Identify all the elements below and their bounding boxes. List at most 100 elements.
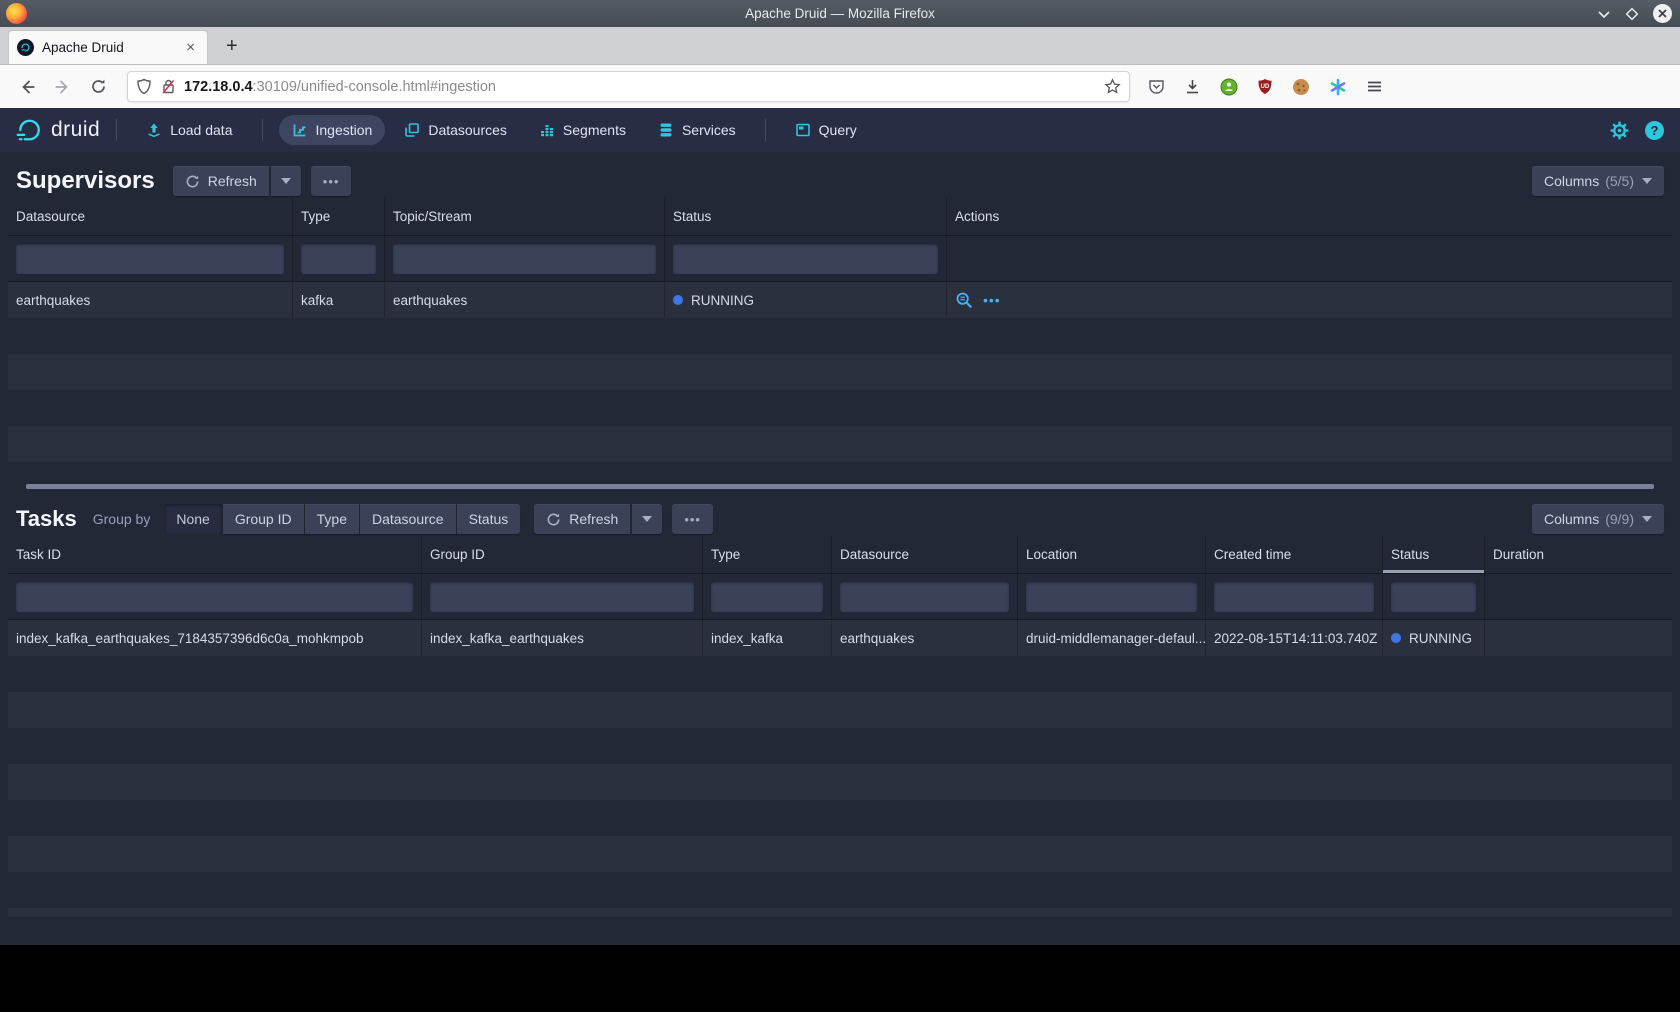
supervisors-header-row: Datasource Type Topic/Stream Status Acti… [8, 198, 1672, 236]
header-created-time[interactable]: Created time [1206, 536, 1383, 573]
status-text: RUNNING [691, 293, 754, 308]
header-location[interactable]: Location [1018, 536, 1206, 573]
supervisors-columns-button[interactable]: Columns (5/5) [1532, 166, 1664, 196]
ublock-extension-icon[interactable]: UD [1257, 78, 1273, 95]
tasks-refresh-dropdown[interactable] [632, 504, 662, 534]
nav-item-services[interactable]: Services [645, 115, 749, 145]
container-extension-icon[interactable] [1329, 78, 1347, 96]
empty-row [8, 836, 1672, 872]
header-status-sorted[interactable]: Status [1383, 536, 1485, 573]
empty-row [8, 692, 1672, 728]
browser-tab[interactable]: Apache Druid × [8, 30, 208, 64]
cell-task-id: index_kafka_earthquakes_7184357396d6c0a_… [8, 620, 422, 656]
privacy-extension-icon[interactable] [1220, 78, 1238, 96]
header-status[interactable]: Status [665, 198, 947, 235]
download-icon[interactable] [1184, 78, 1201, 95]
supervisors-rows: earthquakes kafka earthquakes RUNNING ••… [8, 282, 1672, 482]
tasks-filter-status[interactable] [1391, 582, 1476, 612]
caret-down-icon [281, 178, 291, 184]
supervisors-filter-type[interactable] [301, 244, 376, 274]
nav-label: Segments [563, 122, 626, 138]
supervisors-title: Supervisors [16, 167, 155, 195]
tasks-refresh-button[interactable]: Refresh [534, 504, 630, 534]
group-by-status[interactable]: Status [457, 504, 521, 534]
druid-favicon-icon [17, 39, 34, 56]
supervisors-toolbar: Supervisors Refresh ••• Columns (5/5) [0, 152, 1680, 198]
tasks-filter-task-id[interactable] [16, 582, 413, 612]
forward-icon[interactable] [54, 78, 72, 96]
header-actions: Actions [947, 198, 1672, 235]
supervisors-refresh-dropdown[interactable] [271, 166, 301, 196]
supervisors-refresh-button[interactable]: Refresh [173, 166, 269, 196]
maximize-icon[interactable] [1625, 7, 1639, 21]
empty-row [8, 656, 1672, 692]
reload-icon[interactable] [90, 78, 107, 95]
tab-title: Apache Druid [42, 40, 182, 55]
header-type[interactable]: Type [293, 198, 385, 235]
minimize-icon[interactable] [1597, 7, 1611, 21]
more-icon: ••• [323, 174, 340, 189]
url-text: 172.18.0.4:30109/unified-console.html#in… [184, 79, 1104, 95]
group-by-datasource[interactable]: Datasource [360, 504, 456, 534]
supervisor-row[interactable]: earthquakes kafka earthquakes RUNNING ••… [8, 282, 1672, 318]
caret-down-icon [1642, 516, 1652, 522]
tasks-table: Task ID Group ID Type Datasource Locatio… [8, 536, 1672, 917]
shield-icon[interactable] [136, 78, 152, 95]
tasks-filter-created-time[interactable] [1214, 582, 1374, 612]
empty-row [8, 800, 1672, 836]
tasks-columns-button[interactable]: Columns (9/9) [1532, 504, 1664, 534]
nav-item-segments[interactable]: Segments [526, 115, 639, 145]
back-icon[interactable] [18, 78, 36, 96]
new-tab-button[interactable]: + [220, 35, 244, 58]
supervisors-filter-datasource[interactable] [16, 244, 284, 274]
close-icon[interactable] [1653, 4, 1672, 23]
tasks-more-button[interactable]: ••• [672, 504, 713, 534]
nav-item-datasources[interactable]: Datasources [391, 115, 520, 145]
pocket-icon[interactable] [1148, 78, 1165, 95]
header-datasource[interactable]: Datasource [8, 198, 293, 235]
tasks-filter-group-id[interactable] [430, 582, 694, 612]
header-topic-stream[interactable]: Topic/Stream [385, 198, 665, 235]
group-by-group-id[interactable]: Group ID [223, 504, 304, 534]
nav-item-ingestion[interactable]: Ingestion [279, 115, 386, 145]
menu-hamburger-icon[interactable] [1366, 78, 1383, 95]
tasks-rows: index_kafka_earthquakes_7184357396d6c0a_… [8, 620, 1672, 917]
cell-location: druid-middlemanager-defaul... [1018, 620, 1206, 656]
inspect-magnifier-icon[interactable] [955, 291, 973, 309]
header-datasource[interactable]: Datasource [832, 536, 1018, 573]
supervisors-hscrollbar[interactable] [26, 484, 1654, 492]
task-row[interactable]: index_kafka_earthquakes_7184357396d6c0a_… [8, 620, 1672, 656]
cell-created-time: 2022-08-15T14:11:03.740Z [1206, 620, 1383, 656]
cookie-extension-icon[interactable] [1292, 78, 1310, 96]
group-by-none[interactable]: None [164, 504, 221, 534]
nav-item-load-data[interactable]: Load data [133, 115, 245, 145]
header-task-id[interactable]: Task ID [8, 536, 422, 573]
tasks-filter-location[interactable] [1026, 582, 1197, 612]
bookmark-star-icon[interactable] [1104, 78, 1121, 95]
empty-row [8, 354, 1672, 390]
supervisors-filter-topic[interactable] [393, 244, 656, 274]
cell-status: RUNNING [665, 282, 947, 318]
supervisors-filter-status[interactable] [673, 244, 938, 274]
nav-item-query[interactable]: Query [782, 115, 870, 145]
settings-gear-icon[interactable] [1610, 121, 1629, 140]
empty-row [8, 390, 1672, 426]
segments-icon [539, 122, 555, 138]
tasks-filter-type[interactable] [711, 582, 823, 612]
header-type[interactable]: Type [703, 536, 832, 573]
help-icon[interactable]: ? [1645, 121, 1664, 140]
scrollbar-thumb[interactable] [26, 484, 1654, 489]
padlock-insecure-icon[interactable] [161, 78, 176, 95]
screen: Apache Druid — Mozilla Firefox Apache Dr… [0, 0, 1680, 1012]
empty-row [8, 462, 1672, 482]
group-by-type[interactable]: Type [305, 504, 359, 534]
druid-brand[interactable]: druid [14, 117, 100, 143]
supervisors-more-button[interactable]: ••• [311, 166, 352, 196]
header-group-id[interactable]: Group ID [422, 536, 703, 573]
navbar-separator [262, 119, 263, 141]
row-more-icon[interactable]: ••• [983, 292, 1001, 308]
tab-close-icon[interactable]: × [182, 39, 199, 56]
url-bar[interactable]: 172.18.0.4:30109/unified-console.html#in… [127, 71, 1130, 102]
tasks-filter-datasource[interactable] [840, 582, 1009, 612]
header-duration[interactable]: Duration [1485, 536, 1672, 573]
